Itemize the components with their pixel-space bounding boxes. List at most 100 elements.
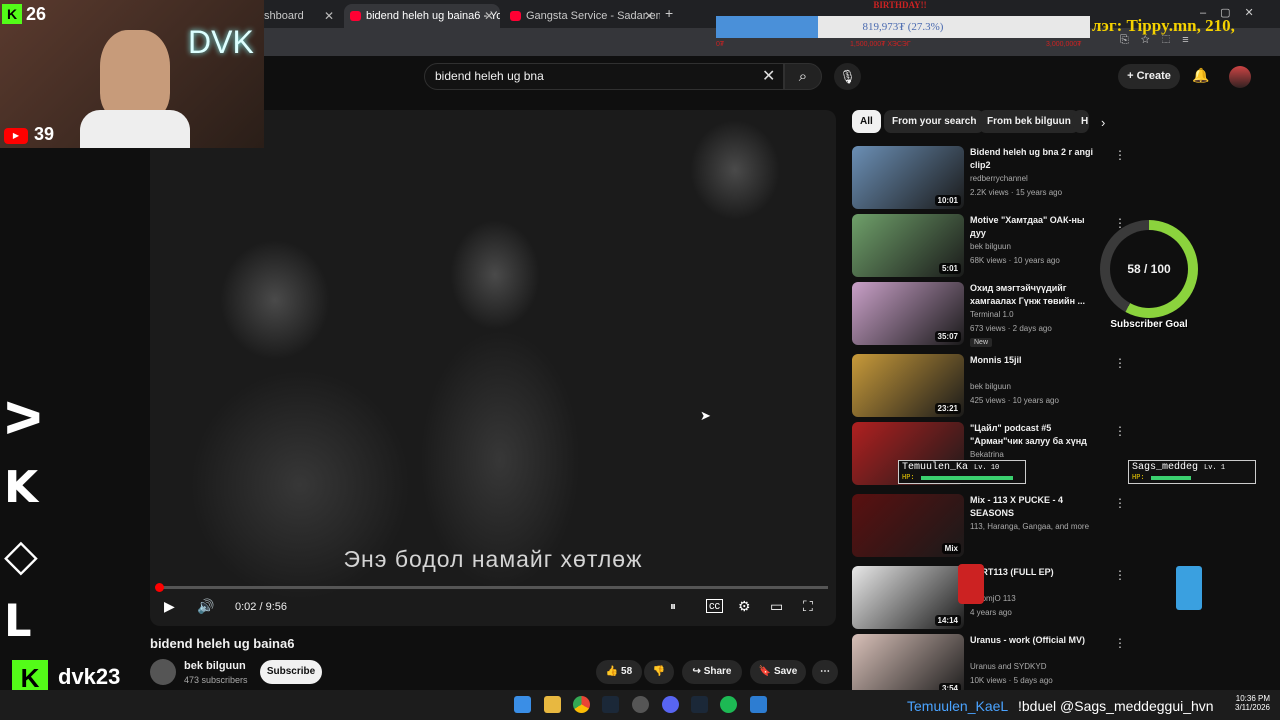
hp-label: HP: [1132, 474, 1145, 482]
progress-scrubber[interactable] [155, 583, 164, 592]
youtube-logo-icon: ▶ [4, 128, 28, 144]
side-letter-s-icon: ᐳ [4, 394, 43, 445]
video-duration: 14:14 [934, 615, 961, 626]
more-options-icon[interactable]: ⋮ [1114, 148, 1126, 162]
chevron-right-icon[interactable]: › [1101, 115, 1105, 130]
kick-viewer-count: 26 [26, 4, 47, 24]
volume-icon[interactable]: 🔊 [197, 598, 214, 615]
search-input[interactable]: bidend heleh ug bna [424, 63, 784, 90]
video-thumbnail[interactable]: 5:01 [852, 214, 964, 277]
file-explorer-icon[interactable] [544, 696, 561, 713]
video-title[interactable]: TART113 (FULL EP) [970, 566, 1095, 579]
chip-all[interactable]: All [852, 110, 881, 133]
video-channel[interactable]: bek bilguun [970, 382, 1011, 391]
donation-mid: 1,500,000₮ ХЭСЭГ [850, 41, 911, 48]
chrome-icon[interactable] [573, 696, 590, 713]
video-thumbnail[interactable]: 35:07 [852, 282, 964, 345]
video-thumbnail[interactable]: Mix [852, 494, 964, 557]
fullscreen-icon[interactable]: ⛶ [803, 598, 813, 615]
clear-search-icon[interactable]: ✕ [762, 63, 775, 90]
account-avatar[interactable] [1229, 66, 1251, 88]
chip-more[interactable]: H [1073, 110, 1089, 133]
video-thumbnail[interactable]: 23:21 [852, 354, 964, 417]
video-channel[interactable]: redberrychannel [970, 174, 1028, 183]
subscriber-goal-count: 58 / 100 [1110, 230, 1188, 308]
recommendation-item[interactable]: Mix Mix - 113 X PUCKE - 4 SEASONS 113, Har… [852, 494, 1126, 560]
chat-username: Temuulen_KaeL [907, 698, 1009, 714]
notifications-bell-icon[interactable]: 🔔 [1192, 67, 1209, 84]
new-tab-icon[interactable]: + [665, 5, 673, 21]
video-channel[interactable]: 113, Haranga, Gangaa, and more [970, 522, 1089, 531]
microphone-icon[interactable]: 🎙 [834, 63, 861, 90]
video-title: bidend heleh ug baina6 [150, 636, 295, 651]
mouse-cursor-icon: ➤ [700, 408, 711, 423]
video-meta: 10K views · 5 days ago [970, 676, 1053, 685]
chat-message: !bduel @Sags_meddeggui_hvn [1018, 698, 1214, 714]
play-icon[interactable]: ▶ [164, 598, 175, 615]
settings-gear-icon[interactable]: ⚙ [738, 598, 751, 615]
recommendation-item[interactable]: 10:01 Bidend heleh ug bna 2 r angi clip2 r… [852, 146, 1126, 212]
tab-gangsta-service[interactable]: Gangsta Service - Sadar emiig b ✕ [504, 4, 660, 28]
discord-icon[interactable] [662, 696, 679, 713]
captions-icon[interactable]: cc [706, 599, 723, 613]
video-title[interactable]: Охид эмэгтэйчүүдийг хамгаалах Гүнж төвий… [970, 282, 1095, 308]
save-button[interactable]: 🔖 Save [750, 660, 806, 684]
spotify-icon[interactable] [720, 696, 737, 713]
more-actions-icon[interactable]: ⋯ [812, 660, 838, 684]
video-title[interactable]: Motive "Хамтдаа" ОАК-ны дуу [970, 214, 1095, 240]
video-channel[interactable]: bek bilguun [970, 242, 1011, 251]
close-tab-icon[interactable]: ✕ [644, 4, 654, 28]
search-icon[interactable]: ⌕ [784, 63, 822, 90]
more-options-icon[interactable]: ⋮ [1114, 568, 1126, 582]
steam-icon[interactable] [691, 696, 708, 713]
windows-start-icon[interactable] [514, 696, 531, 713]
recommendation-item[interactable]: 23:21 Monnis 15jil bek bilguun 425 views · … [852, 354, 1126, 420]
video-duration: 23:21 [934, 403, 961, 414]
video-title[interactable]: "Цайл" podcast #5 "Арман"чик залуу ба хү… [970, 422, 1095, 448]
video-channel[interactable]: Uranus and SYDKYD [970, 662, 1046, 671]
hp-bar [921, 476, 1013, 480]
video-thumbnail[interactable]: 14:14 [852, 566, 964, 629]
subscriber-count: 473 subscribers [184, 675, 248, 685]
share-button[interactable]: ↪ Share [682, 660, 742, 684]
video-channel[interactable]: Terminal 1.0 [970, 310, 1014, 319]
recommendation-item[interactable]: 5:01 Motive "Хамтдаа" ОАК-ны дуу bek bilgu… [852, 214, 1126, 280]
video-thumbnail[interactable]: 10:01 [852, 146, 964, 209]
create-button[interactable]: + Create [1118, 64, 1180, 89]
steam-icon[interactable] [602, 696, 619, 713]
like-button[interactable]: 👍 58 [596, 660, 642, 684]
more-options-icon[interactable]: ⋮ [1114, 636, 1126, 650]
pixel-character-icon [1176, 566, 1202, 610]
tab-label: bidend heleh ug baina6 - YouTube [366, 10, 500, 22]
video-title[interactable]: Uranus - work (Official MV) [970, 634, 1095, 647]
close-tab-icon[interactable]: ✕ [484, 4, 494, 28]
chip-from-search[interactable]: From your search [884, 110, 985, 133]
tab-label: shboard [264, 10, 304, 22]
theater-mode-icon[interactable]: ▭ [770, 598, 783, 615]
video-thumbnail[interactable]: 3:54 [852, 634, 964, 697]
channel-avatar[interactable] [150, 659, 176, 685]
taskbar-clock: 10:36 PM 3/11/2026 [1222, 694, 1270, 712]
dislike-button[interactable]: 👎 [644, 660, 674, 684]
video-duration: Mix [941, 543, 961, 554]
more-options-icon[interactable]: ⋮ [1114, 496, 1126, 510]
video-channel[interactable]: Bekatrina [970, 450, 1004, 459]
video-title[interactable]: Bidend heleh ug bna 2 r angi clip2 [970, 146, 1095, 172]
player-level: Lv. 10 [974, 464, 1000, 472]
progress-bar[interactable] [158, 586, 828, 589]
channel-name[interactable]: bek bilguun [184, 660, 246, 672]
close-tab-icon[interactable]: ✕ [324, 4, 334, 28]
obs-icon[interactable] [632, 696, 649, 713]
donor-label: лэг: Tippy.mn, 210, [1092, 16, 1235, 35]
notepad-icon[interactable] [750, 696, 767, 713]
recommendation-item[interactable]: 35:07 Охид эмэгтэйчүүдийг хамгаалах Гүнж … [852, 282, 1126, 348]
subscribe-button[interactable]: Subscribe [260, 660, 322, 684]
more-options-icon[interactable]: ⋮ [1114, 424, 1126, 438]
new-badge: New [970, 338, 993, 347]
autoplay-toggle-icon[interactable]: ⏸ [670, 599, 676, 614]
chip-from-channel[interactable]: From bek bilguun [979, 110, 1079, 133]
more-options-icon[interactable]: ⋮ [1114, 356, 1126, 370]
tab-youtube-active[interactable]: bidend heleh ug baina6 - YouTube ✕ [344, 4, 500, 28]
video-title[interactable]: Monnis 15jil [970, 354, 1095, 367]
video-title[interactable]: Mix - 113 X PUCKE - 4 SEASONS [970, 494, 1095, 520]
